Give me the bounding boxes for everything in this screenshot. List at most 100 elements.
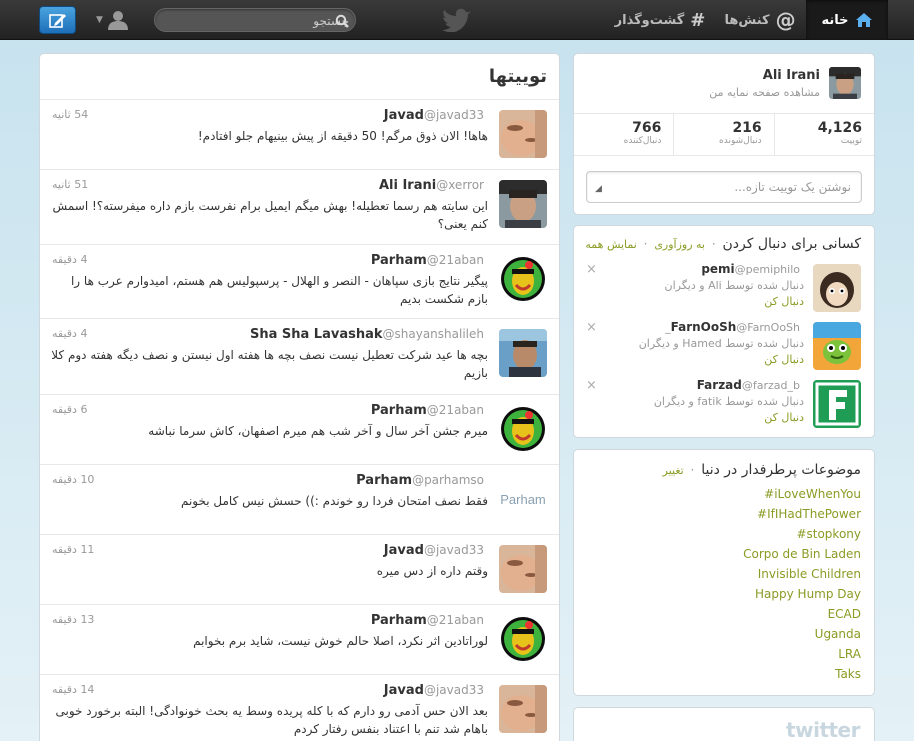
tweet-text: میرم جشن آخر سال و آخر شب هم میرم اصفهان…	[148, 424, 488, 438]
tweet-row[interactable]: Parham@21aban 13 دقیقه لوراتادین اثر نکرد،…	[40, 604, 559, 674]
tweet-author-handle[interactable]: @21aban	[427, 613, 484, 627]
stat-tweets[interactable]: 4,126 توییت	[773, 114, 874, 155]
suggestion-display-name: FarnOoSh	[670, 320, 737, 334]
nav-discover[interactable]: # گشت‌وگذار	[604, 0, 716, 40]
profile-stats: 4,126 توییت 216 دنبال‌شونده 766 دنبال‌کن…	[574, 113, 874, 156]
tweet-row[interactable]: Parham Parham@parhamso 10 دقیقه فقط نصف امت…	[40, 464, 559, 534]
search-box	[154, 8, 356, 32]
refresh-link[interactable]: به روزآوری	[654, 238, 705, 251]
search-icon[interactable]	[335, 14, 349, 28]
dismiss-icon[interactable]: ×	[586, 378, 597, 393]
tweet-author-name[interactable]: Sha Sha Lavashak	[250, 327, 383, 342]
suggestion-followed-by: دنبال شده توسط Hamed و دیگران	[638, 337, 804, 350]
suggestion-name[interactable]: FarnOoSh@FarnOoSh_	[665, 320, 804, 334]
tweet-author-handle[interactable]: @javad33	[424, 683, 484, 697]
compose-tweet-button[interactable]	[39, 6, 76, 34]
tweet-author-name[interactable]: Parham	[371, 613, 427, 628]
tweet-author-name[interactable]: Ali Irani	[379, 178, 436, 193]
tweet-timestamp[interactable]: 10 دقیقه	[52, 473, 94, 486]
trend-item[interactable]: LRA	[838, 647, 861, 661]
tweet-row[interactable]: Javad@javad33 14 دقیقه بعد الان حس آدمی رو…	[40, 674, 559, 741]
trend-item[interactable]: Uganda	[815, 627, 861, 641]
tweet-text: بعد الان حس آدمی رو دارم که با کله پریده…	[55, 704, 489, 736]
tweet-author-handle[interactable]: @parhamso	[412, 473, 484, 487]
tweet-author-name[interactable]: Javad	[384, 543, 424, 558]
tweet-row[interactable]: Parham@21aban 6 دقیقه میرم جشن آخر سال و آ…	[40, 394, 559, 464]
suggestion-avatar[interactable]	[813, 380, 861, 428]
suggestion-avatar[interactable]	[813, 264, 861, 312]
tweet-avatar[interactable]	[499, 685, 547, 733]
tweet-author-handle[interactable]: @javad33	[424, 543, 484, 557]
trend-item[interactable]: #iLoveWhenYou	[764, 487, 861, 501]
suggestion-name[interactable]: pemi@pemiphilo	[701, 262, 804, 276]
dismiss-icon[interactable]: ×	[586, 320, 597, 335]
suggestion-name[interactable]: Farzad@farzad_b	[697, 378, 804, 392]
tweet-author-handle[interactable]: @xerror	[436, 178, 484, 192]
trend-item[interactable]: #stopkony	[796, 527, 861, 541]
profile-avatar[interactable]	[829, 67, 861, 99]
tweet-row[interactable]: Sha Sha Lavashak@shayanshalileh 4 دقیقه بچ…	[40, 318, 559, 394]
tweet-row[interactable]: Parham@21aban 4 دقیقه پیگیر نتایج بازی سپا…	[40, 244, 559, 318]
tweet-author-name[interactable]: Parham	[371, 253, 427, 268]
search-input[interactable]	[177, 11, 349, 31]
tweet-timestamp[interactable]: 54 ثانیه	[52, 108, 88, 121]
new-tweet-input[interactable]	[611, 178, 851, 196]
tweet-avatar[interactable]	[499, 545, 547, 593]
tweet-avatar[interactable]	[499, 110, 547, 158]
trend-item[interactable]: Corpo de Bin Laden	[743, 547, 861, 561]
tweet-timestamp[interactable]: 13 دقیقه	[52, 613, 94, 626]
tweet-text: فقط نصف امتحان فردا رو خوندم :)) حسش نیس…	[180, 494, 488, 508]
tweet-timestamp[interactable]: 14 دقیقه	[52, 683, 94, 696]
tweet-avatar[interactable]: Parham	[499, 475, 547, 523]
tweet-row[interactable]: Javad@javad33 54 ثانیه هاها! الان ذوق مرگم…	[40, 99, 559, 169]
trend-item[interactable]: ECAD	[828, 607, 861, 621]
tweet-avatar[interactable]	[499, 405, 547, 453]
tweet-header: Parham@21aban	[371, 613, 488, 628]
tweet-timestamp[interactable]: 4 دقیقه	[52, 253, 87, 266]
footer-panel: twitter	[573, 707, 875, 741]
tweet-author-name[interactable]: Javad	[384, 108, 424, 123]
trend-item[interactable]: Taks	[835, 667, 861, 681]
suggestion-avatar[interactable]	[813, 322, 861, 370]
change-trends-link[interactable]: تغییر	[663, 464, 684, 477]
profile-name[interactable]: Ali Irani	[763, 68, 820, 83]
tweet-author-handle[interactable]: @21aban	[427, 403, 484, 417]
nav-connect[interactable]: @ کنش‌ها	[720, 0, 800, 40]
tweet-avatar[interactable]	[499, 615, 547, 663]
who-to-follow-title: کسانی برای دنبال کردن	[722, 236, 861, 252]
trend-item[interactable]: Happy Hump Day	[755, 587, 861, 601]
tweet-avatar[interactable]	[499, 255, 547, 303]
stat-following[interactable]: 216 دنبال‌شونده	[673, 114, 773, 155]
tweet-timestamp[interactable]: 6 دقیقه	[52, 403, 87, 416]
follow-link[interactable]: دنبال کن	[764, 295, 804, 308]
resize-handle-icon[interactable]: ◢	[595, 184, 602, 194]
view-all-link[interactable]: نمایش همه	[585, 238, 636, 251]
dismiss-icon[interactable]: ×	[586, 262, 597, 277]
tweet-timestamp[interactable]: 11 دقیقه	[52, 543, 94, 556]
nav-home[interactable]: خانه	[806, 0, 888, 40]
tweet-row[interactable]: Javad@javad33 11 دقیقه وقتم داره از دس میر…	[40, 534, 559, 604]
profile-photo	[829, 67, 861, 99]
tweet-text: بچه ها عید شرکت تعطیل نیست نصف بچه ها هف…	[51, 348, 488, 380]
tweet-author-name[interactable]: Javad	[384, 683, 424, 698]
tweet-row[interactable]: Ali Irani@xerror 51 ثانیه این سایته هم رسم…	[40, 169, 559, 244]
follow-link[interactable]: دنبال کن	[764, 411, 804, 424]
tweet-text: لوراتادین اثر نکرد، اصلا حالم خوش نیست، …	[193, 634, 488, 648]
stat-followers[interactable]: 766 دنبال‌کننده	[574, 114, 673, 155]
tweet-author-handle[interactable]: @shayanshalileh	[383, 327, 484, 341]
nav-discover-label: گشت‌وگذار	[614, 12, 685, 28]
follow-link[interactable]: دنبال کن	[764, 353, 804, 366]
tweet-timestamp[interactable]: 51 ثانیه	[52, 178, 88, 191]
trend-item[interactable]: Invisible Children	[758, 567, 861, 581]
tweet-avatar[interactable]	[499, 180, 547, 228]
tweet-author-name[interactable]: Parham	[356, 473, 412, 488]
avatar-placeholder-text: Parham	[500, 491, 546, 507]
trend-item[interactable]: #IfIHadThePower	[757, 507, 861, 521]
tweet-avatar[interactable]	[499, 329, 547, 377]
tweet-author-handle[interactable]: @javad33	[424, 108, 484, 122]
tweet-author-name[interactable]: Parham	[371, 403, 427, 418]
tweet-timestamp[interactable]: 4 دقیقه	[52, 327, 87, 340]
tweet-author-handle[interactable]: @21aban	[427, 253, 484, 267]
view-profile-link[interactable]: مشاهده صفحه نمایه من	[709, 86, 820, 99]
user-menu[interactable]: ▼	[96, 8, 140, 32]
